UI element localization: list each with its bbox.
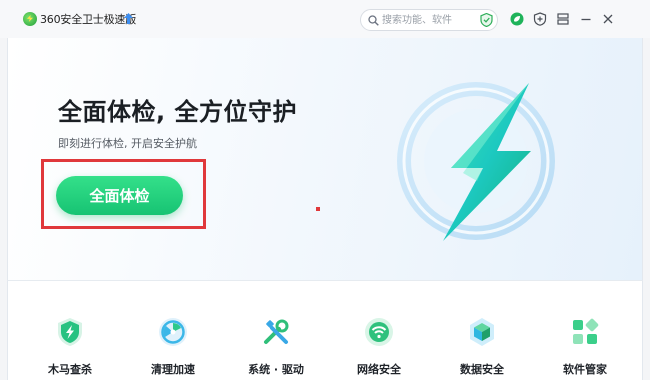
lightning-shield-emblem-icon [397, 82, 555, 241]
tool-label: 系统 · 驱动 [248, 363, 304, 376]
tool-trojan-scan[interactable]: 木马查杀 [30, 311, 110, 380]
search-icon [368, 15, 379, 26]
search-box[interactable] [360, 9, 498, 31]
tool-software-manager[interactable]: 软件管家 [545, 311, 625, 380]
marker-dot [316, 207, 320, 211]
app-store-icon [573, 318, 599, 344]
minimize-icon[interactable] [579, 12, 593, 26]
tool-system-driver[interactable]: 系统 · 驱动 [236, 311, 316, 380]
app-title: 360安全卫士极速版 [40, 13, 136, 26]
scan-hero-panel: 全面体检, 全方位守护 即刻进行体检, 开启安全护航 全面体检 [7, 38, 643, 280]
tool-label: 软件管家 [563, 363, 607, 376]
tool-label: 数据安全 [460, 363, 504, 376]
tool-label: 网络安全 [357, 363, 401, 376]
wifi-shield-icon [365, 318, 393, 346]
tool-label: 木马查杀 [48, 363, 92, 376]
upgrade-arrow-icon[interactable] [124, 13, 133, 24]
data-cube-icon [470, 318, 494, 346]
tool-shortcuts: 木马查杀 清理加速 系统 · 驱动 网络安全 数据安全 软件管家 [7, 280, 643, 380]
trojan-shield-icon [58, 318, 82, 346]
app-window: 360安全卫士极速版 搜索功能、软件 全面体检, 全方位守护 即刻进行体检, 开… [0, 0, 650, 380]
full-scan-button[interactable]: 全面体检 [56, 176, 183, 215]
tool-data-security[interactable]: 数据安全 [442, 311, 522, 380]
system-tools-icon [264, 319, 289, 344]
hero-subtitle: 即刻进行体检, 开启安全护航 [58, 137, 197, 150]
cleanup-fan-icon [159, 318, 187, 346]
close-icon[interactable] [601, 12, 615, 26]
tool-cleanup[interactable]: 清理加速 [133, 311, 213, 380]
title-bar: 360安全卫士极速版 [0, 0, 650, 38]
plus-shield-icon[interactable] [533, 12, 547, 26]
menu-icon[interactable] [556, 12, 570, 26]
app-logo-icon [23, 12, 37, 26]
search-input[interactable] [382, 12, 472, 28]
hero-title: 全面体检, 全方位守护 [58, 98, 297, 126]
tool-network-security[interactable]: 网络安全 [339, 311, 419, 380]
tool-label: 清理加速 [151, 363, 195, 376]
shield-icon[interactable] [480, 13, 493, 27]
leaf-icon[interactable] [510, 12, 524, 26]
